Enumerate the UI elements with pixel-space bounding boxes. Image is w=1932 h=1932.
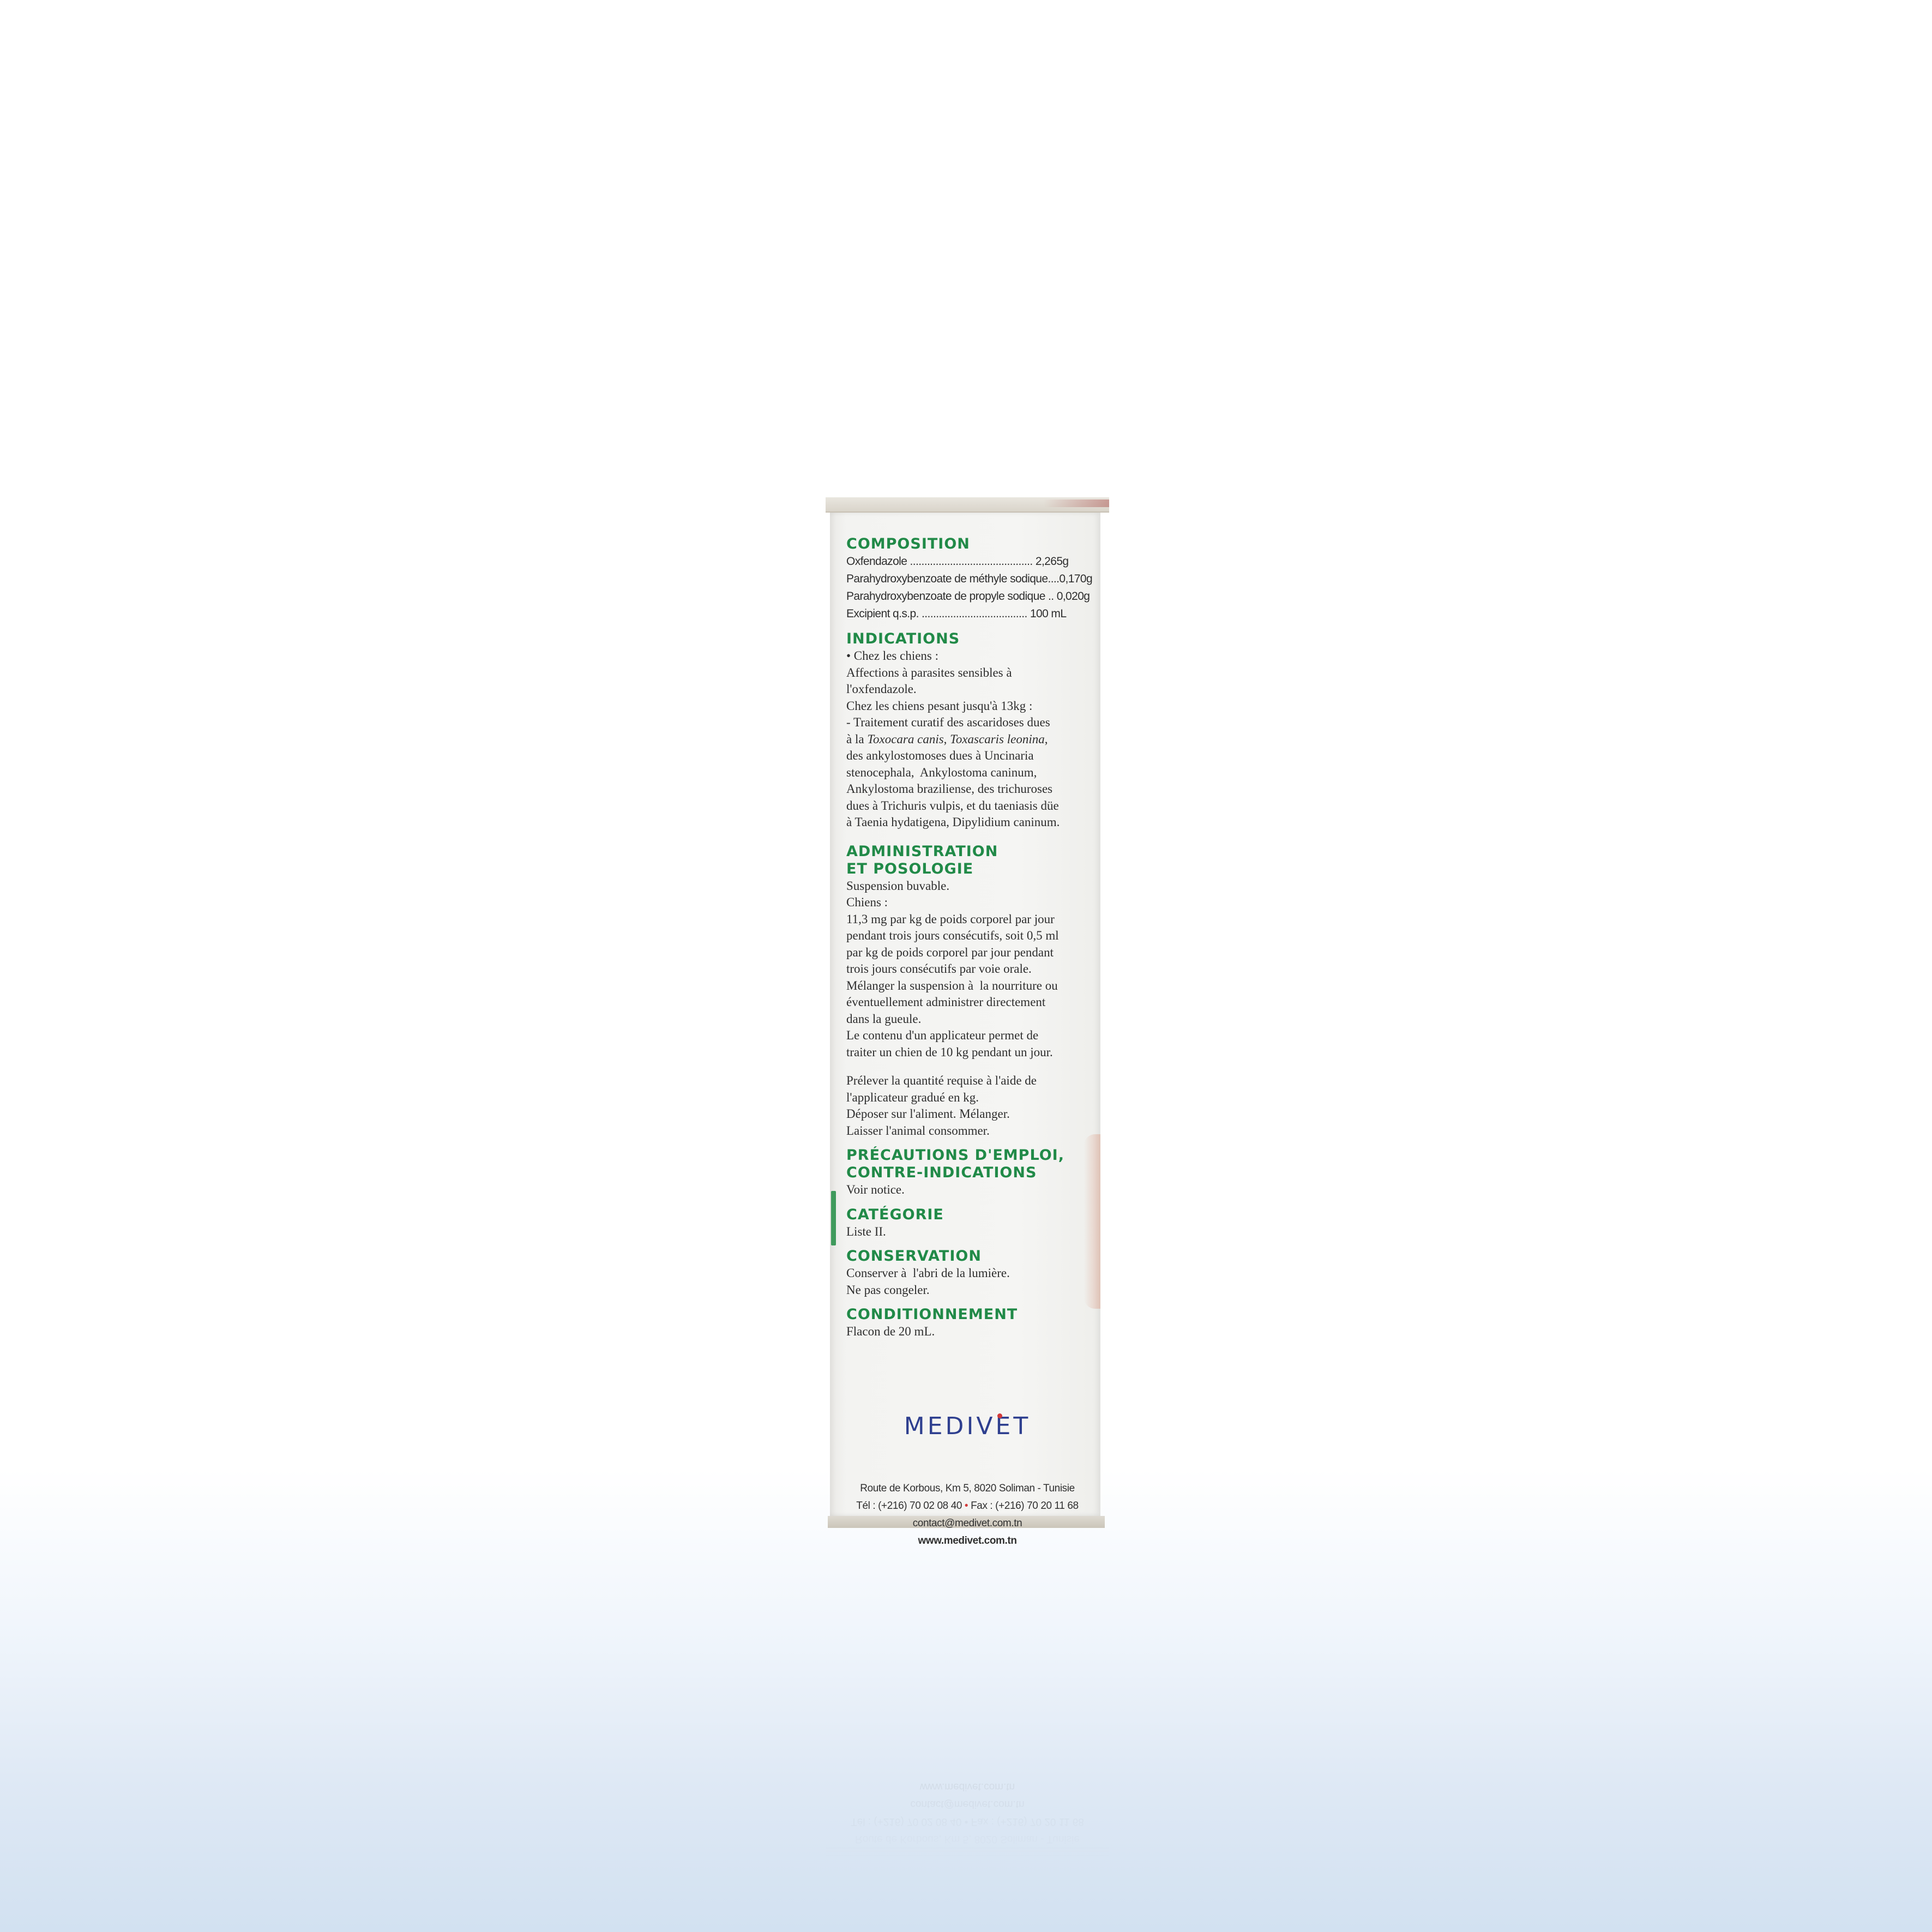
- indications-treatment: - Traitement curatif des ascaridoses due…: [846, 715, 1060, 829]
- precautions-heading: PRÉCAUTIONS D'EMPLOI,: [846, 1147, 1064, 1164]
- address-line: Route de Korbous, Km 5, 8020 Soliman - T…: [860, 1483, 1075, 1494]
- label-content: COMPOSITION Oxfendazole ................…: [846, 535, 1093, 1340]
- conservation-body: Conserver à l'abri de la lumière. Ne pas…: [846, 1266, 1010, 1297]
- contre-indications-heading: CONTRE-INDICATIONS: [846, 1164, 1037, 1181]
- administration-heading: ADMINISTRATION: [846, 842, 998, 860]
- precautions-body: Voir notice.: [846, 1183, 905, 1196]
- conditionnement-heading: CONDITIONNEMENT: [846, 1306, 1018, 1323]
- fax-number: Fax : (+216) 70 20 11 68: [971, 1500, 1079, 1512]
- brand-block: MEDIVET: [826, 1412, 1109, 1440]
- indications-weight: Chez les chiens pesant jusqu'à 13kg :: [846, 699, 1033, 713]
- green-edge-strip: [831, 1191, 836, 1245]
- categorie-body: Liste II.: [846, 1224, 886, 1238]
- email-address: contact@medivet.com.tn: [912, 1518, 1022, 1529]
- phone-number: Tél : (+216) 70 02 08 40: [856, 1500, 962, 1512]
- medivet-logo: MEDIVET: [904, 1412, 1031, 1440]
- species-toxocara: Toxocara canis: [867, 732, 944, 746]
- posologie-heading: ET POSOLOGIE: [846, 860, 974, 877]
- floor-reflection: Route de Korbous, Km 5, 8020 Soliman - T…: [826, 1532, 1109, 1859]
- separator-bullet: •: [964, 1500, 968, 1512]
- administration-body: Suspension buvable. Chiens : 11,3 mg par…: [846, 878, 1059, 1059]
- indications-species: • Chez les chiens :: [846, 649, 939, 663]
- composition-row: Parahydroxybenzoate de méthyle sodique..…: [846, 573, 1093, 585]
- reflection-mirror: Route de Korbous, Km 5, 8020 Soliman - T…: [826, 1532, 1109, 1859]
- composition-row: Oxfendazole ............................…: [846, 555, 1069, 568]
- conservation-heading: CONSERVATION: [846, 1248, 982, 1265]
- box-lid: [826, 497, 1109, 513]
- reflection-address: Route de Korbous, Km 5, 8020 Soliman - T…: [851, 1781, 1084, 1845]
- composition-heading: COMPOSITION: [846, 535, 970, 552]
- indications-affections: Affections à parasites sensibles à l'oxf…: [846, 665, 1012, 696]
- species-toxascaris: Toxascaris leonina: [950, 732, 1045, 746]
- conditionnement-body: Flacon de 20 mL.: [846, 1325, 935, 1338]
- contact-phones: Tél : (+216) 70 02 08 40 • Fax : (+216) …: [826, 1497, 1109, 1515]
- composition-row: Excipient q.s.p. .......................…: [846, 607, 1067, 620]
- product-box-side: COMPOSITION Oxfendazole ................…: [826, 497, 1109, 1546]
- composition-row: Parahydroxybenzoate de propyle sodique .…: [846, 590, 1090, 603]
- front-face-edge: [1084, 1134, 1100, 1309]
- reflection-box-bottom: [826, 1847, 1109, 1859]
- administration-instructions: Prélever la quantité requise à l'aide de…: [846, 1074, 1037, 1137]
- categorie-heading: CATÉGORIE: [846, 1206, 944, 1223]
- indications-heading: INDICATIONS: [846, 630, 960, 647]
